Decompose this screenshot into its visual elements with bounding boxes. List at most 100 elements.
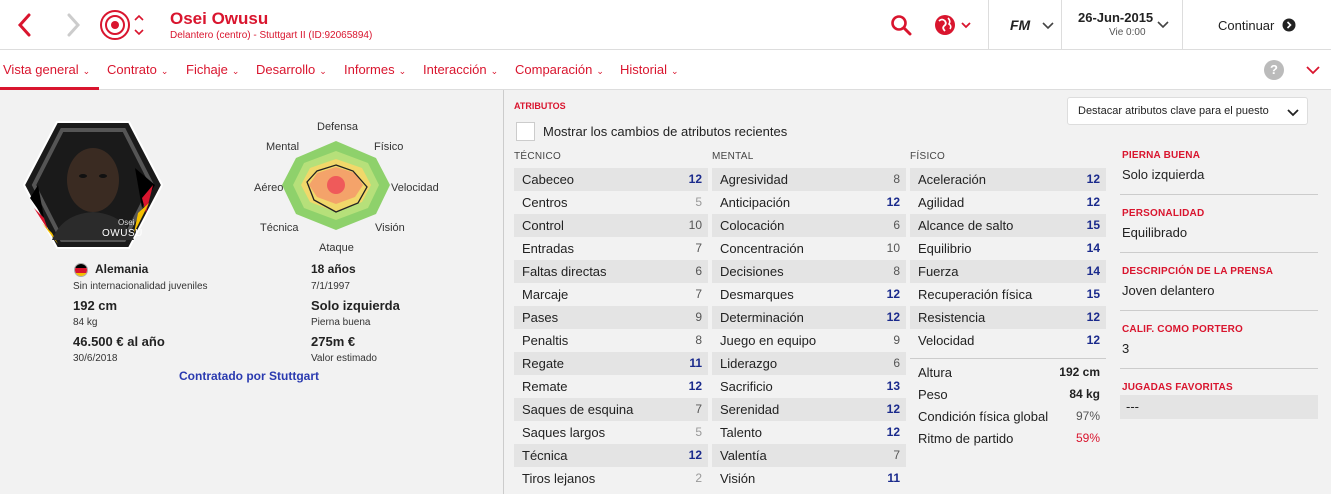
mental-attribute-row[interactable]: Desmarques 12	[712, 283, 906, 306]
technical-attribute-row[interactable]: Cabeceo 12	[514, 168, 708, 191]
tab-history[interactable]: Historial ⌄	[620, 62, 679, 77]
physical-attribute-row[interactable]: Resistencia 12	[910, 306, 1106, 329]
player-subtitle[interactable]: Delantero (centro) - Stuttgart II (ID:92…	[170, 30, 372, 41]
fm-menu[interactable]: FM	[1010, 17, 1055, 35]
globe-icon[interactable]	[934, 13, 974, 37]
detail-value: 84 kg	[1069, 387, 1100, 401]
attribute-name: Remate	[522, 379, 568, 394]
date-display[interactable]: 26-Jun-2015 Vie 0:00	[1062, 0, 1182, 50]
top-bar: Osei Owusu Delantero (centro) - Stuttgar…	[0, 0, 1331, 50]
mental-attribute-row[interactable]: Valentía 7	[712, 444, 906, 467]
attribute-name: Pases	[522, 310, 559, 325]
age: 18 años	[311, 262, 356, 276]
mental-attribute-row[interactable]: Concentración 10	[712, 237, 906, 260]
attribute-value: 6	[893, 218, 900, 232]
attribute-name: Marcaje	[522, 287, 569, 302]
mental-attribute-row[interactable]: Serenidad 12	[712, 398, 906, 421]
tab-development[interactable]: Desarrollo ⌄	[256, 62, 327, 77]
attribute-name: Centros	[522, 195, 568, 210]
attribute-name: Penaltis	[522, 333, 569, 348]
technical-attribute-row[interactable]: Entradas 7	[514, 237, 708, 260]
technical-attribute-row[interactable]: Saques de esquina 7	[514, 398, 708, 421]
nation[interactable]: Alemania	[95, 262, 148, 276]
info-separator	[1120, 368, 1318, 369]
attribute-value: 12	[886, 425, 900, 439]
physical-attribute-row[interactable]: Aceleración 12	[910, 168, 1106, 191]
physical-attribute-row[interactable]: Equilibrio 14	[910, 237, 1106, 260]
badge-first-name: Osei	[118, 218, 135, 227]
mental-attribute-row[interactable]: Anticipación 12	[712, 191, 906, 214]
radar-label-attack: Ataque	[319, 242, 354, 254]
attribute-name: Anticipación	[720, 195, 791, 210]
mental-attribute-row[interactable]: Determinación 12	[712, 306, 906, 329]
club-logo-icon[interactable]	[99, 9, 131, 41]
mental-attribute-row[interactable]: Visión 11	[712, 467, 906, 490]
mental-attribute-row[interactable]: Sacrificio 13	[712, 375, 906, 398]
intl-caps: Sin internacionalidad juveniles	[73, 281, 208, 292]
tab-interaction[interactable]: Interacción ⌄	[423, 62, 498, 77]
chevron-down-icon[interactable]	[1306, 65, 1320, 75]
preferred-foot: Solo izquierda	[311, 298, 400, 313]
attribute-name: Entradas	[522, 241, 575, 256]
height: 192 cm	[73, 298, 118, 313]
tab-contract[interactable]: Contrato ⌄	[107, 62, 168, 77]
chevron-down-icon: ⌄	[82, 66, 91, 76]
help-icon[interactable]: ?	[1264, 60, 1284, 80]
highlight-dropdown[interactable]: Destacar atributos clave para el puesto	[1067, 97, 1308, 125]
signed-by-link[interactable]: Contratado por Stuttgart	[179, 369, 319, 383]
attribute-value: 12	[688, 379, 702, 393]
chevron-down-icon: ⌄	[398, 66, 407, 76]
search-icon[interactable]	[890, 14, 912, 36]
forward-arrow-icon[interactable]	[62, 12, 84, 38]
attribute-value: 12	[1086, 172, 1100, 186]
tab-overview[interactable]: Vista general ⌄	[3, 62, 90, 77]
physical-attribute-row[interactable]: Fuerza 14	[910, 260, 1106, 283]
mental-attribute-row[interactable]: Colocación 6	[712, 214, 906, 237]
attribute-name: Colocación	[720, 218, 785, 233]
technical-attribute-row[interactable]: Tiros lejanos 2	[514, 467, 708, 490]
back-arrow-icon[interactable]	[14, 12, 36, 38]
attribute-name: Aceleración	[918, 172, 986, 187]
mental-attribute-row[interactable]: Juego en equipo 9	[712, 329, 906, 352]
technical-attribute-row[interactable]: Regate 11	[514, 352, 708, 375]
tab-transfer[interactable]: Fichaje ⌄	[186, 62, 239, 77]
technical-attribute-row[interactable]: Pases 9	[514, 306, 708, 329]
continue-button[interactable]: Continuar	[1183, 0, 1331, 50]
technical-attribute-row[interactable]: Faltas directas 6	[514, 260, 708, 283]
mental-attribute-row[interactable]: Decisiones 8	[712, 260, 906, 283]
show-changes-checkbox[interactable]	[516, 122, 535, 141]
mental-attribute-row[interactable]: Talento 12	[712, 421, 906, 444]
attribute-value: 7	[695, 287, 702, 301]
attribute-name: Determinación	[720, 310, 804, 325]
physical-attribute-row[interactable]: Recuperación física 15	[910, 283, 1106, 306]
physical-attribute-row[interactable]: Alcance de salto 15	[910, 214, 1106, 237]
info-separator	[1120, 310, 1318, 311]
technical-header: TÉCNICO	[514, 151, 562, 162]
technical-attribute-row[interactable]: Control 10	[514, 214, 708, 237]
attribute-name: Decisiones	[720, 264, 784, 279]
technical-attribute-row[interactable]: Penaltis 8	[514, 329, 708, 352]
mental-attribute-row[interactable]: Agresividad 8	[712, 168, 906, 191]
technical-attribute-row[interactable]: Saques largos 5	[514, 421, 708, 444]
mental-attribute-row[interactable]: Liderazgo 6	[712, 352, 906, 375]
technical-attribute-row[interactable]: Marcaje 7	[514, 283, 708, 306]
attribute-name: Cabeceo	[522, 172, 575, 187]
detail-value: 97%	[1075, 409, 1100, 423]
attribute-value: 5	[695, 425, 702, 439]
player-switch-icon[interactable]	[133, 12, 145, 38]
attribute-name: Visión	[720, 471, 756, 486]
radar-label-physical: Físico	[374, 141, 404, 153]
attribute-value: 9	[695, 310, 702, 324]
physical-detail-row: Altura 192 cm	[910, 361, 1106, 384]
physical-attribute-row[interactable]: Agilidad 12	[910, 191, 1106, 214]
physical-attribute-row[interactable]: Velocidad 12	[910, 329, 1106, 352]
tab-comparison[interactable]: Comparación ⌄	[515, 62, 604, 77]
technical-attribute-row[interactable]: Remate 12	[514, 375, 708, 398]
tab-reports[interactable]: Informes ⌄	[344, 62, 406, 77]
attribute-name: Serenidad	[720, 402, 780, 417]
technical-attribute-row[interactable]: Centros 5	[514, 191, 708, 214]
attribute-name: Desmarques	[720, 287, 794, 302]
technical-attribute-row[interactable]: Técnica 12	[514, 444, 708, 467]
physical-detail-row: Peso 84 kg	[910, 383, 1106, 406]
attribute-value: 7	[695, 402, 702, 416]
